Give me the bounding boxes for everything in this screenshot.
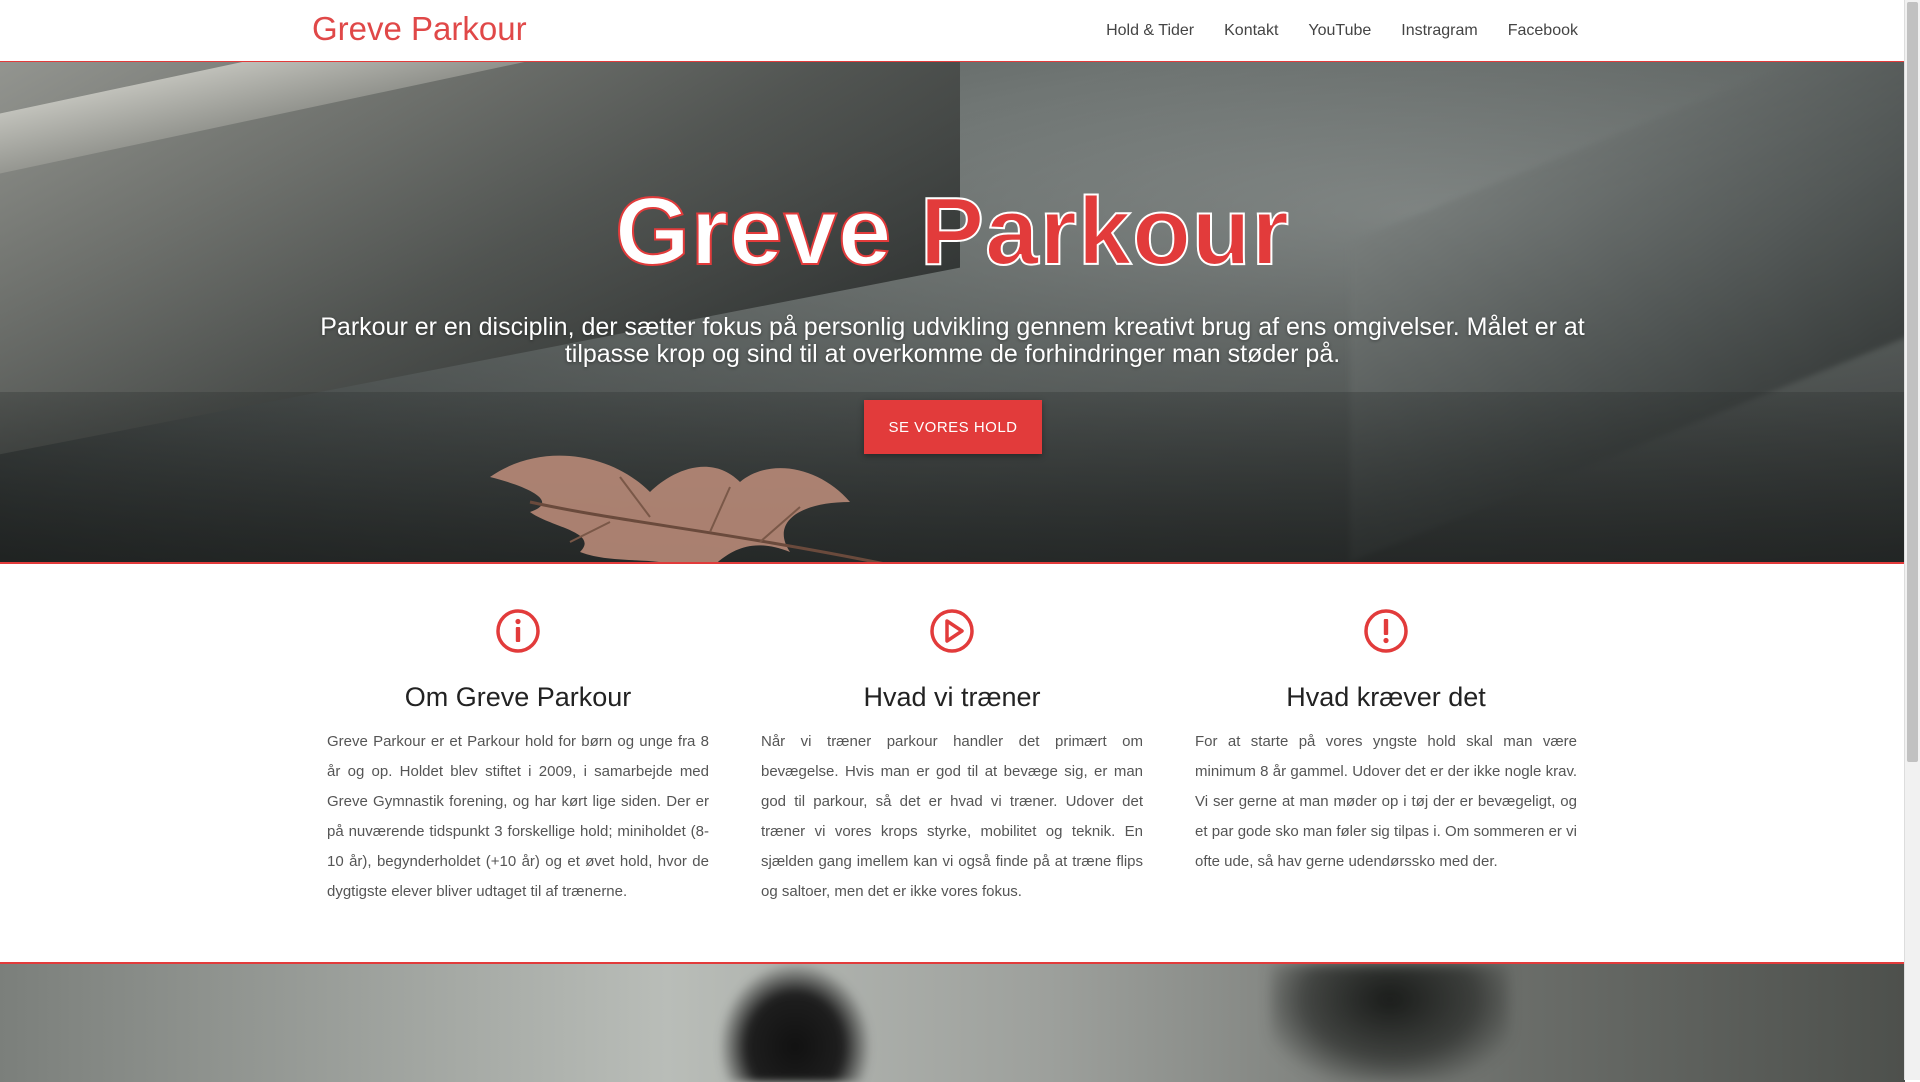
page-scrollbar[interactable]	[1904, 0, 1920, 1080]
bottom-image-section	[0, 962, 1905, 1082]
hero-section: Greve Parkour Parkour er en disciplin, d…	[0, 62, 1905, 564]
navbar: Greve Parkour Hold & Tider Kontakt YouTu…	[0, 0, 1905, 62]
feature-text: Når vi træner parkour handler det primær…	[761, 733, 1143, 900]
nav-link-facebook[interactable]: Facebook	[1508, 22, 1578, 40]
play-circle-icon	[930, 609, 974, 653]
info-circle-icon	[496, 609, 540, 653]
scrollbar-thumb[interactable]	[1907, 2, 1918, 762]
feature-text: For at starte på vores yngste hold skal …	[1195, 733, 1577, 870]
feature-text: Greve Parkour er et Parkour hold for bør…	[327, 733, 709, 900]
exclamation-circle-icon	[1364, 609, 1408, 653]
nav-links: Hold & Tider Kontakt YouTube Instragram …	[1076, 0, 1578, 61]
nav-link-hold-tider[interactable]: Hold & Tider	[1106, 22, 1194, 40]
hero-title: Greve Parkour	[0, 177, 1905, 287]
feature-title: Om Greve Parkour	[404, 682, 632, 712]
feature-title: Hvad kræver det	[1286, 682, 1486, 712]
feature-training: Hvad vi træner Når vi træner parkour han…	[761, 608, 1143, 907]
nav-link-instagram[interactable]: Instragram	[1401, 22, 1477, 40]
background-silhouette	[1270, 964, 1510, 1082]
feature-requirements: Hvad kræver det For at starte på vores y…	[1195, 608, 1577, 877]
nav-link-youtube[interactable]: YouTube	[1308, 22, 1371, 40]
feature-about: Om Greve Parkour Greve Parkour er et Par…	[327, 608, 709, 907]
nav-link-kontakt[interactable]: Kontakt	[1224, 22, 1278, 40]
hero-title-word-2: Parkour	[919, 177, 1290, 286]
see-teams-button[interactable]: SE VORES HOLD	[864, 400, 1042, 454]
feature-title: Hvad vi træner	[863, 682, 1041, 712]
hero-title-word-1: Greve	[614, 177, 893, 286]
leaf-image	[490, 455, 883, 562]
brand-logo-link[interactable]: Greve Parkour	[312, 10, 527, 48]
hero-description: Parkour er en disciplin, der sætter foku…	[320, 313, 1585, 368]
background-silhouette	[720, 964, 870, 1082]
